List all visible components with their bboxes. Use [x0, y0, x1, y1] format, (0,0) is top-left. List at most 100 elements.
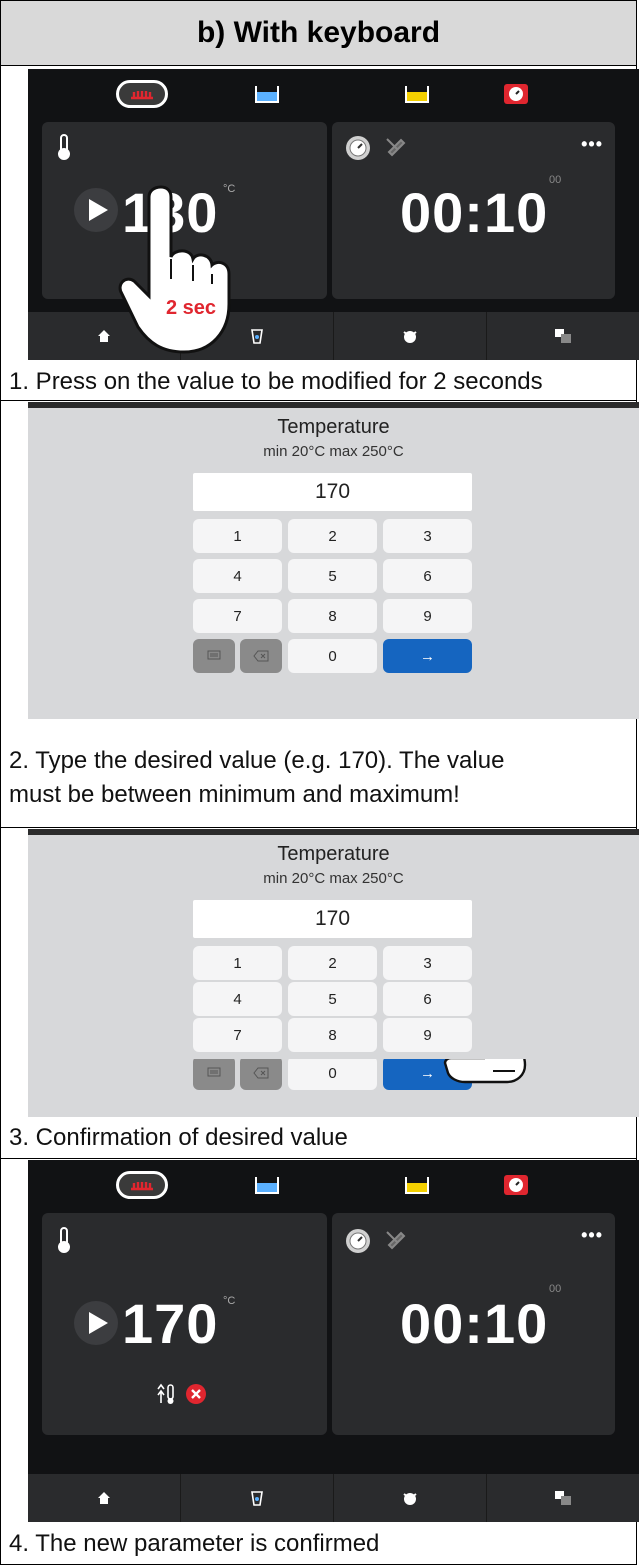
- thermometer-icon: [58, 1227, 70, 1253]
- timer-device-icon: [504, 1175, 528, 1195]
- mode-fryer[interactable]: [389, 78, 445, 110]
- key-5[interactable]: 5: [288, 982, 377, 1016]
- mode-grill[interactable]: [114, 78, 170, 110]
- gauge-icon: [346, 1229, 370, 1253]
- language-icon: [555, 329, 571, 343]
- timer-value[interactable]: 00:10: [400, 1291, 548, 1356]
- nav-chef[interactable]: [334, 1474, 487, 1522]
- key-3[interactable]: 3: [383, 519, 472, 553]
- tapping-hand-icon: [443, 1059, 527, 1084]
- timer-seconds: 00: [549, 174, 562, 186]
- key-0[interactable]: 0: [288, 1059, 377, 1090]
- key-0[interactable]: 0: [288, 639, 377, 673]
- mode-water[interactable]: [239, 1169, 295, 1201]
- key-9[interactable]: 9: [383, 1018, 472, 1052]
- keypad-input[interactable]: 170: [193, 900, 472, 938]
- nav-home[interactable]: [28, 1474, 181, 1522]
- mode-timer[interactable]: [488, 1169, 544, 1201]
- mode-fryer[interactable]: [389, 1169, 445, 1201]
- step2-caption-line1: 2. Type the desired value (e.g. 170). Th…: [9, 747, 505, 774]
- mode-grill[interactable]: [114, 1169, 170, 1201]
- timer-panel[interactable]: ••• 00 00:10: [332, 122, 615, 299]
- bottom-nav: [28, 1474, 639, 1522]
- backspace-key[interactable]: [240, 639, 282, 673]
- temperature-rise-icon: [157, 1383, 174, 1404]
- divider: [1, 400, 636, 401]
- more-options-icon[interactable]: •••: [581, 134, 603, 155]
- key-6[interactable]: 6: [383, 559, 472, 593]
- key-1[interactable]: 1: [193, 946, 282, 980]
- instruction-table: b) With keyboard 130 °: [0, 0, 639, 1565]
- home-icon: [98, 330, 110, 342]
- divider: [1, 1158, 636, 1159]
- backspace-key[interactable]: [240, 1059, 282, 1090]
- grill-icon: [116, 1171, 168, 1199]
- mode-timer[interactable]: [488, 78, 544, 110]
- temperature-value[interactable]: 170: [122, 1291, 218, 1356]
- mode-water[interactable]: [239, 78, 295, 110]
- timer-value[interactable]: 00:10: [400, 180, 548, 245]
- mode-bar: [28, 69, 639, 117]
- keypad-title: Temperature: [277, 416, 390, 438]
- section-header: b) With keyboard: [1, 1, 636, 66]
- water-bath-icon: [255, 86, 279, 103]
- device-screen-step1: 130 °C ••• 00 00:10 2 sec: [28, 69, 639, 360]
- keypad-title: Temperature: [277, 843, 390, 865]
- more-options-icon[interactable]: •••: [581, 1225, 603, 1246]
- key-6[interactable]: 6: [383, 982, 472, 1016]
- cancel-icon[interactable]: [185, 1383, 207, 1405]
- water-bath-icon: [255, 1177, 279, 1194]
- keyboard-icon: [207, 650, 221, 660]
- key-3[interactable]: 3: [383, 946, 472, 980]
- step3-caption: 3. Confirmation of desired value: [9, 1124, 348, 1151]
- enter-key[interactable]: →: [383, 639, 472, 673]
- nav-rinse[interactable]: [181, 1474, 334, 1522]
- keyboard-icon: [207, 1067, 221, 1077]
- key-2[interactable]: 2: [288, 946, 377, 980]
- divider: [1, 827, 636, 828]
- step2-caption-line2: must be between minimum and maximum!: [9, 781, 460, 808]
- key-7[interactable]: 7: [193, 1018, 282, 1052]
- chef-icon: [403, 1493, 417, 1505]
- start-button[interactable]: [74, 1301, 118, 1345]
- play-icon: [89, 1312, 108, 1334]
- keypad-range: min 20°C max 250°C: [263, 443, 404, 460]
- key-2[interactable]: 2: [288, 519, 377, 553]
- gauge-icon: [346, 136, 370, 160]
- nav-language[interactable]: [487, 1474, 639, 1522]
- mode-bar: [28, 1160, 639, 1208]
- key-4[interactable]: 4: [193, 982, 282, 1016]
- key-5[interactable]: 5: [288, 559, 377, 593]
- oil-fryer-icon: [405, 1177, 429, 1194]
- key-9[interactable]: 9: [383, 599, 472, 633]
- play-icon: [89, 199, 108, 221]
- keypad-screen-step2: Temperature min 20°C max 250°C 170 1 2 3…: [28, 402, 639, 719]
- device-screen-step4: 170 °C ••• 00 00:10: [28, 1160, 639, 1522]
- step1-caption: 1. Press on the value to be modified for…: [9, 368, 543, 395]
- key-8[interactable]: 8: [288, 599, 377, 633]
- timer-device-icon: [504, 84, 528, 104]
- key-1[interactable]: 1: [193, 519, 282, 553]
- probe-icon: [386, 1231, 406, 1250]
- keypad-input[interactable]: 170: [193, 473, 472, 511]
- status-strip: [28, 402, 639, 408]
- start-button[interactable]: [74, 188, 118, 232]
- keyboard-toggle-key[interactable]: [193, 1059, 235, 1090]
- temperature-unit: °C: [223, 1295, 236, 1307]
- temperature-panel[interactable]: 170 °C: [42, 1213, 327, 1435]
- grill-icon: [116, 80, 168, 108]
- key-4[interactable]: 4: [193, 559, 282, 593]
- key-7[interactable]: 7: [193, 599, 282, 633]
- home-icon: [98, 1492, 110, 1504]
- pointing-hand-icon: [118, 185, 231, 354]
- backspace-icon: [253, 650, 269, 662]
- timer-panel[interactable]: ••• 00 00:10: [332, 1213, 615, 1435]
- step4-caption: 4. The new parameter is confirmed: [9, 1530, 380, 1557]
- nav-language[interactable]: [487, 312, 639, 360]
- language-icon: [555, 1491, 571, 1505]
- key-8[interactable]: 8: [288, 1018, 377, 1052]
- nav-chef[interactable]: [334, 312, 487, 360]
- press-duration-label: 2 sec: [166, 297, 217, 319]
- keypad-screen-step3-row4: 0 →: [28, 1059, 639, 1117]
- keyboard-toggle-key[interactable]: [193, 639, 235, 673]
